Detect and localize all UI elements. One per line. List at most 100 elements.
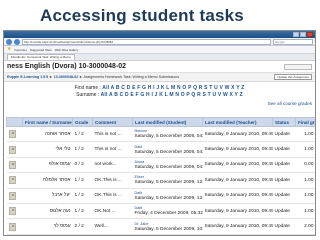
comment-cell: OK.This is ... [92,188,133,204]
table-row: עמוס לוי 2 / 2 Well.... Dr. Jake Saturday, 5… [6,218,315,235]
student-picture-cell [6,141,23,158]
header-status[interactable]: Status [272,117,296,127]
last-modified-student-cell: DalitSaturday, 5 December 2009, 04:31 PM [132,141,203,158]
table-row: אסתר אלמלח 1 / 2 OK.This is ... Eliser Satur… [6,172,315,189]
final-grade-cell: 1.00 [295,203,315,220]
header-final-grade: Final grade [295,117,315,127]
submission-date: Saturday, 5 December 2009, 10:44 PM [134,226,203,232]
favorites-link[interactable]: Favorites [14,48,26,52]
back-icon[interactable] [6,38,12,45]
final-grade-cell: 1.00 [295,141,315,158]
table-row: יעל ארבל 1 / 2 OK.This is ... Dalit Saturday… [6,188,315,204]
update-link[interactable]: Update [272,157,296,174]
maximize-icon[interactable] [300,32,306,37]
grade-cell: 1 / 2 [72,172,93,189]
surname-letters[interactable]: All A B C D E F G H I J K L M N O P Q R … [101,92,243,98]
submission-date: Saturday, 5 December 2009, 04:09 PM [134,164,203,170]
grade-cell: 1 / 2 [72,141,93,158]
first-name-label: First name : [74,85,103,91]
submission-date: Saturday, 5 December 2009, 04:31 PM [134,149,203,155]
forward-icon[interactable] [14,38,20,45]
browser-tab[interactable]: Moodle EL: Homework Task: Writing a Memo [7,54,75,60]
update-link[interactable]: Update [272,172,296,189]
suggested-sites-link[interactable]: Suggested Sites [30,48,52,52]
course-title: ness English (Dvora) 10-3000048-02 [7,63,127,70]
surname-label: Surname : [76,92,101,98]
grade-cell: 2 / 2 [72,218,93,235]
last-modified-teacher-cell: Saturday, 9 January 2010, 09:45 PM [202,218,273,235]
student-name[interactable]: טלי אלי [22,141,73,158]
student-name[interactable]: נעה אלגוס [22,203,73,220]
student-picture-cell [6,188,23,204]
submission-date: Saturday, 5 December 2009, 12:46 PM [134,195,203,201]
navigation-bar: Ruppin E-Learning 1.9.5 ► 10-3000048-02 … [4,73,315,82]
grade-cell: 1 / 2 [72,188,93,204]
window-titlebar [4,31,315,38]
student-picture-cell [6,126,23,143]
breadcrumb-course[interactable]: 10-3000048-02 [54,75,78,79]
header-last-modified-student[interactable]: Last modified (Student) [132,117,203,127]
table-row: עמוס אולפ 0 / 2 not work... Alona Saturday, … [6,157,315,174]
update-link[interactable]: Update [272,188,296,204]
comment-cell: OK.Not ... [92,203,133,220]
comment-cell: This is not ... [92,126,133,143]
header-comment[interactable]: Comment [92,117,133,127]
student-name[interactable]: יעל ארבל [22,188,73,204]
breadcrumb-rest[interactable]: Assignments Homework Task: Writing a Mem… [83,75,179,79]
student-name[interactable]: אסתר אלמלח [22,172,73,189]
final-grade-cell: 1.00 [295,188,315,204]
see-all-grades-link[interactable]: See all course grades [268,101,312,106]
submission-date: Saturday, 5 December 2009, 12:46 PM [134,180,203,186]
user-menu[interactable] [284,63,312,70]
last-modified-student-cell: DalitSaturday, 5 December 2009, 12:46 PM [132,188,203,204]
web-slice-gallery-link[interactable]: Web Slice Gallery [55,48,79,52]
update-assignment-button[interactable]: Update this Assignment [274,74,312,80]
avatar[interactable] [8,191,16,200]
comment-cell: OK.This is ... [92,172,133,189]
search-input[interactable]: Google [273,38,313,45]
address-bar: http://moodle.sapir.ac.il/mod/assignment… [4,38,315,46]
student-picture-cell [6,218,23,235]
submissions-table: First name / Surname Grade Comment Last … [6,117,315,235]
student-picture-cell [6,172,23,189]
student-name[interactable]: עמוס לוי [22,218,73,235]
avatar[interactable] [8,222,16,231]
url-input[interactable]: http://moodle.sapir.ac.il/mod/assignment… [22,38,271,45]
header-last-modified-teacher[interactable]: Last modified (Teacher) [202,117,273,127]
update-link[interactable]: Update [272,126,296,143]
last-modified-student-cell: AlonaSaturday, 5 December 2009, 04:09 PM [132,157,203,174]
name-filter: First name : All A B C D E F G H I J K L… [4,82,315,108]
final-grade-cell: 0.00 [295,157,315,174]
avatar[interactable] [8,160,16,169]
avatar[interactable] [8,176,16,185]
update-link[interactable]: Update [272,203,296,220]
header-picture [6,117,23,127]
final-grade-cell: 1.00 [295,126,315,143]
favorites-bar: ★ Favorites Suggested Sites Web Slice Ga… [4,46,315,54]
table-header-row: First name / Surname Grade Comment Last … [6,117,315,127]
student-name[interactable]: עמוס אולפ [22,157,73,174]
minimize-icon[interactable] [293,32,299,37]
submission-date: Friday, 4 December 2009, 05:32 PM [134,211,203,217]
grade-cell: 0 / 2 [72,157,93,174]
header-name[interactable]: First name / Surname [22,117,73,127]
avatar[interactable] [8,207,16,216]
first-name-letters[interactable]: All A B C D E F G H I J K L M N O P Q R … [102,85,244,91]
breadcrumb-home[interactable]: Ruppin E-Learning 1.9.5 [7,75,48,79]
final-grade-cell: 2.00 [295,218,315,235]
slide-title: Accessing student tasks [40,6,244,25]
star-icon[interactable]: ★ [7,47,11,52]
breadcrumb: Ruppin E-Learning 1.9.5 ► 10-3000048-02 … [7,75,179,79]
update-link[interactable]: Update [272,218,296,235]
close-icon[interactable] [307,32,313,37]
course-header: ness English (Dvora) 10-3000048-02 [4,61,315,73]
student-picture-cell [6,157,23,174]
student-name[interactable]: אסתר אוחנה [22,126,73,143]
update-link[interactable]: Update [272,141,296,158]
student-picture-cell [6,203,23,220]
table-row: אסתר אוחנה 1 / 2 This is not ... Reborn Satu… [6,126,315,143]
avatar[interactable] [8,145,16,154]
last-modified-student-cell: DalitFriday, 4 December 2009, 05:32 PM [132,203,203,220]
header-grade[interactable]: Grade [72,117,93,127]
avatar[interactable] [8,130,16,139]
